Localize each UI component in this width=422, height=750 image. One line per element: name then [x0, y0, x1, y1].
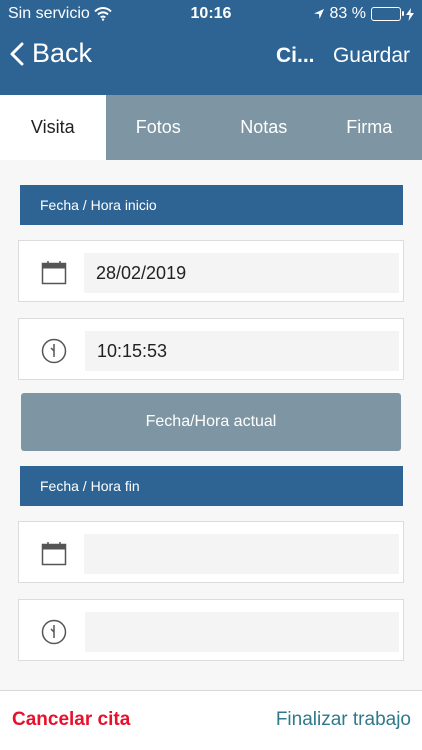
app-header: Sin servicio 10:16 83 % Back Ci... Guard… — [0, 0, 422, 95]
start-section-header: Fecha / Hora inicio — [20, 185, 403, 225]
battery-icon — [371, 7, 404, 21]
end-time-row[interactable] — [18, 599, 404, 661]
start-date-field[interactable]: 28/02/2019 — [84, 253, 399, 293]
start-date-row[interactable]: 28/02/2019 — [18, 240, 404, 302]
tab-bar: Visita Fotos Notas Firma — [0, 95, 422, 160]
start-time-row[interactable]: 10:15:53 — [18, 318, 404, 380]
cancel-appointment-button[interactable]: Cancelar cita — [12, 709, 130, 731]
visit-form: Fecha / Hora inicio 28/02/2019 10:15:53 … — [0, 160, 422, 690]
start-time-field[interactable]: 10:15:53 — [85, 331, 399, 371]
current-datetime-button[interactable]: Fecha/Hora actual — [21, 393, 401, 451]
tab-notas[interactable]: Notas — [211, 95, 317, 160]
clock-icon — [41, 338, 67, 364]
end-date-row[interactable] — [18, 521, 404, 583]
status-right: 83 % — [313, 5, 414, 23]
calendar-icon — [41, 542, 67, 566]
finish-job-button[interactable]: Finalizar trabajo — [276, 709, 411, 731]
tab-visita[interactable]: Visita — [0, 95, 106, 160]
tab-fotos[interactable]: Fotos — [106, 95, 212, 160]
end-time-field[interactable] — [85, 612, 399, 652]
action-footer: Cancelar cita Finalizar trabajo — [0, 690, 422, 750]
back-label: Back — [32, 38, 93, 68]
chevron-left-icon — [10, 42, 24, 65]
location-arrow-icon — [313, 9, 324, 19]
status-bar: Sin servicio 10:16 83 % — [0, 0, 422, 30]
charging-bolt-icon — [406, 7, 414, 21]
end-section-header: Fecha / Hora fin — [20, 466, 403, 506]
tab-firma[interactable]: Firma — [317, 95, 422, 160]
nav-bar: Back Ci... Guardar — [0, 30, 422, 80]
calendar-icon — [41, 261, 67, 285]
clock-icon — [41, 619, 67, 645]
nav-title: Ci... — [276, 44, 315, 67]
back-button[interactable]: Back — [10, 38, 92, 69]
battery-percent: 83 % — [329, 5, 366, 22]
end-date-field[interactable] — [84, 534, 399, 574]
save-button[interactable]: Guardar — [333, 44, 410, 68]
